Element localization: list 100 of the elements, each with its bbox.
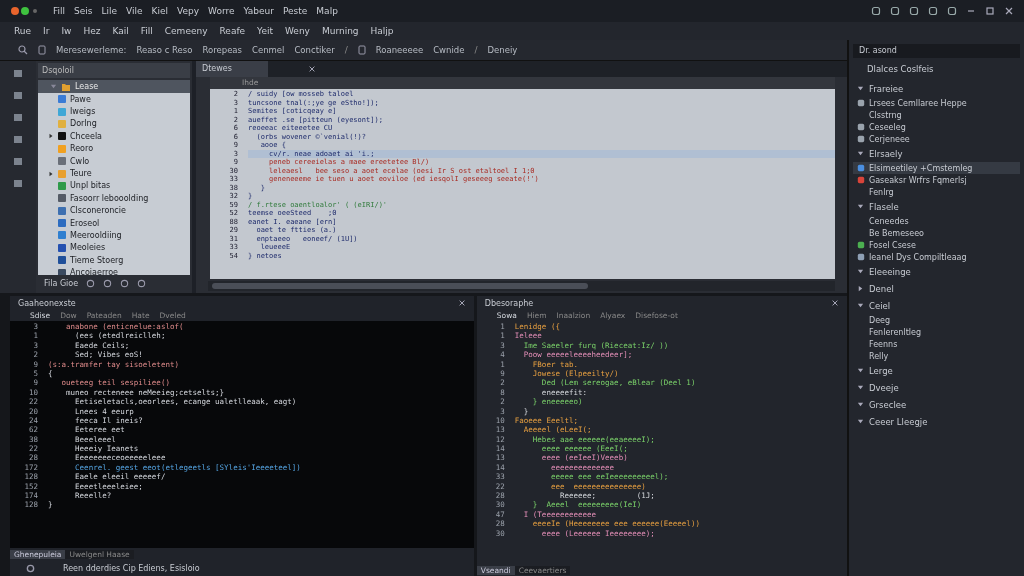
tree-item[interactable]: Chceela [38,130,190,143]
outline-section[interactable]: Dveeje [853,379,1020,396]
menu-item[interactable]: Vile [126,6,143,16]
outline-section[interactable]: Frareiee [853,80,1020,97]
tree-item[interactable]: Tieme Stoerg [38,254,190,267]
outline-item[interactable]: Lrsees Cemllaree Heppe [853,97,1020,109]
tree-item[interactable]: Cwlo [38,154,190,168]
section-label: Grseclee [869,399,907,410]
outline-item[interactable]: Clsstrng [853,109,1020,121]
tree-item-label: Ancoiaerroe [70,268,118,275]
menu-item[interactable]: Haljp [370,26,394,36]
outline-item[interactable]: Cerjeneee [853,133,1020,145]
tree-item[interactable]: Iweigs [38,105,190,118]
menu-item[interactable]: Yabeur [243,6,274,16]
tree-item[interactable]: Eroseol [38,216,190,230]
outline-section[interactable]: Lerge [853,362,1020,379]
outline-section[interactable]: Grseclee [853,396,1020,413]
outline-item[interactable]: Ceneedes [853,215,1020,227]
activity-bar-icon[interactable] [12,155,24,167]
activity-bar-icon[interactable] [12,89,24,101]
close-icon[interactable] [308,65,316,73]
menu-item[interactable]: Ir [43,26,50,36]
item-label: Ieanel Dys Compiltleaag [869,252,967,262]
outline-item[interactable]: Elsimeetiley +Cmstemleg [853,162,1020,174]
outline-section[interactable]: Ceiel [853,297,1020,314]
menu-item[interactable]: Weny [285,26,310,36]
menu-item[interactable]: Rue [14,26,32,36]
breadcrumb-item[interactable]: Conctiker [294,45,335,55]
menu-item[interactable]: Reafe [219,26,246,36]
maximize-icon[interactable] [985,6,995,16]
window-controls-icon[interactable] [10,6,40,16]
tree-item[interactable]: Meerooldiing [38,229,190,242]
activity-bar-icon[interactable] [12,177,24,189]
breadcrumb-item[interactable]: Cwnide [433,45,465,55]
tree-item[interactable]: Clsconeroncie [38,204,190,217]
section-label: Ceeer Lleegje [869,416,928,427]
search-field[interactable]: Dsqoloil [38,63,190,78]
tree-item[interactable]: Teure [38,167,190,180]
menu-item[interactable]: Kail [112,26,129,36]
menu-item[interactable]: Worre [208,6,235,16]
section-label: Frareiee [869,83,904,94]
menu-item[interactable]: Seis [74,6,93,16]
outline-section[interactable]: Denel [853,280,1020,297]
activity-bar-icon[interactable] [12,111,24,123]
breadcrumb-item[interactable]: Cenmel [252,45,285,55]
menu-item[interactable]: Cemeeny [164,26,208,36]
breadcrumb-item[interactable]: Roaneeeee [375,45,424,55]
outline-item[interactable]: Be Bemeseeo [853,227,1020,239]
breadcrumb-item[interactable]: Deneiy [487,45,518,55]
search-icon[interactable] [18,45,28,55]
menu-item[interactable]: Lile [101,6,118,16]
close-icon[interactable] [831,299,839,307]
outline-item[interactable]: Feenns [853,338,1020,350]
menu-item[interactable]: Murning [321,26,359,36]
tree-item[interactable]: Meoleies [38,241,190,255]
menu-item[interactable]: Fill [140,26,153,36]
menu-item[interactable]: Fill [53,6,66,16]
close-icon[interactable] [457,299,466,307]
tree-item[interactable]: Unpl bitas [38,179,190,193]
section-label: Dveeje [869,382,899,393]
tree-item[interactable]: Pawe [38,93,190,106]
outline-item[interactable]: Gaseaksr Wrfrs Fqmerlsj [853,174,1020,186]
breadcrumb-item[interactable]: Meresewerleme: [56,45,127,55]
outline-section[interactable]: Ceeer Lleegje [853,413,1020,430]
outline-item[interactable]: Fosel Csese [853,239,1020,251]
outline-item[interactable]: Fenlrg [853,186,1020,198]
tree-item[interactable]: Lease [38,80,190,93]
breadcrumb-item[interactable]: Reaso c Reso [136,45,193,55]
breadcrumb-item[interactable]: Rorepeas [202,45,242,55]
menu-item[interactable]: Iw [61,26,72,36]
menu-item[interactable]: Vepy [177,6,200,16]
menu-item[interactable]: Yeit [257,26,273,36]
scrollbar-thumb[interactable] [212,283,589,289]
activity-bar-icon[interactable] [12,67,24,79]
search-field[interactable]: Dr. asond [853,44,1020,58]
outline-item[interactable]: Fenlerenltleg [853,326,1020,338]
menu-item[interactable]: Kiel [151,6,168,16]
outline-section[interactable]: Flasele [853,198,1020,215]
outline-item[interactable]: Ieanel Dys Compiltleaag [853,251,1020,263]
outline-section[interactable]: Elrsaely [853,145,1020,162]
menu-item[interactable]: Malp [316,6,338,16]
menu-item[interactable]: Peste [282,6,308,16]
outline-item[interactable]: Deeg [853,314,1020,326]
tree-item[interactable]: Ancoiaerroe [38,266,190,275]
outline-item[interactable]: Ceseeleg [853,121,1020,133]
tree-item[interactable]: Dorlng [38,117,190,131]
item-label: Cerjeneee [869,134,910,144]
item-label: Fenlerenltleg [869,327,921,337]
outline-header[interactable]: Dlalces Coslfeis [853,64,1020,80]
editor-tab[interactable]: Dtewes [196,61,268,77]
activity-bar-icon[interactable] [12,133,24,145]
close-icon[interactable] [1004,6,1014,16]
outline-item[interactable]: Relly [853,350,1020,362]
gear-icon[interactable] [26,563,35,573]
tree-item[interactable]: Reoro [38,142,190,155]
outline-section[interactable]: Eleeeinge [853,263,1020,280]
tree-item[interactable]: Fasoorr lebooolding [38,192,190,205]
tree-item-label: Meoleies [70,243,106,253]
tree-item-label: Clsconeroncie [70,206,126,216]
menu-item[interactable]: Hez [83,26,101,36]
